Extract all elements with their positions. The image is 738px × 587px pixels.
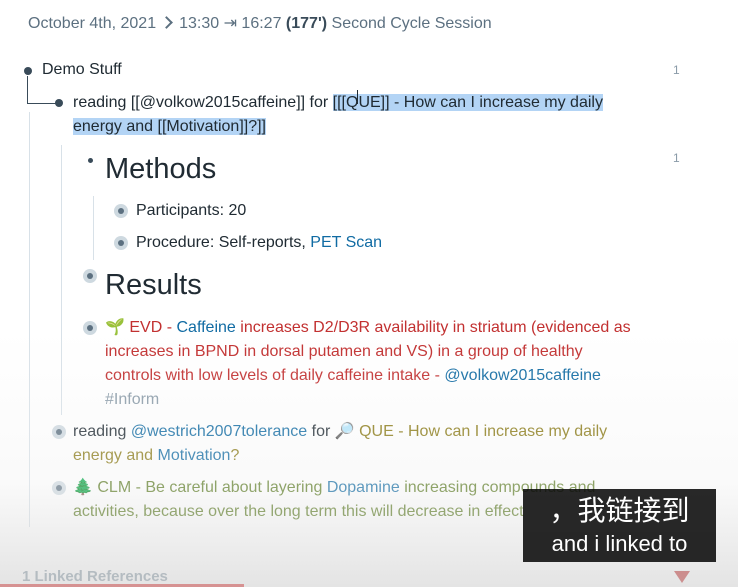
breadcrumb-date[interactable]: October 4th, 2021 — [28, 15, 156, 32]
heading-methods[interactable]: Methods — [105, 152, 216, 186]
text-cursor — [357, 90, 358, 104]
subtitle-english: and i linked to — [551, 531, 688, 556]
reference-count[interactable]: 1 — [673, 151, 680, 165]
block-text: controls with low levels of daily caffei… — [105, 367, 445, 384]
block-text: for — [307, 423, 335, 440]
page-link-volkow[interactable]: @volkow2015caffeine — [444, 367, 601, 384]
block-evd-line2[interactable]: increases in BPND in dorsal putamen and … — [105, 340, 583, 364]
block-procedure[interactable]: Procedure: Self-reports, PET Scan — [136, 231, 382, 255]
block-reading-westrich[interactable]: reading @westrich2007tolerance for 🔎 QUE… — [73, 420, 607, 444]
breadcrumb-duration: (177') — [285, 15, 328, 32]
chevron-right-icon — [160, 16, 173, 29]
page-link-caffeine[interactable]: Caffeine — [177, 319, 236, 336]
collapsed-bullet[interactable] — [52, 481, 66, 495]
subtitle-chinese: ，我链接到 — [549, 494, 690, 527]
page-breadcrumb[interactable]: October 4th, 2021 13:30 ⇥ 16:27 (177') Se… — [28, 13, 492, 33]
tag-inform[interactable]: #Inform — [105, 388, 159, 412]
linked-references-header[interactable]: 1 Linked References — [22, 568, 168, 585]
block-reading-volkow[interactable]: reading [[@volkow2015caffeine]] for [[[Q… — [73, 91, 603, 115]
text-selection: energy and [[Motivation]]?]] — [73, 118, 266, 135]
block-demo-stuff[interactable]: Demo Stuff — [42, 58, 122, 82]
collapsed-bullet[interactable] — [83, 321, 97, 335]
page-link-motivation[interactable]: Motivation — [158, 447, 231, 464]
block-clm[interactable]: 🌲 CLM - Be careful about layering Dopami… — [73, 476, 595, 500]
block-text: reading [[@volkow2015caffeine]] for — [73, 94, 333, 111]
breadcrumb-time-range: 13:30 ⇥ 16:27 — [179, 15, 282, 32]
sprout-icon: 🌱 — [105, 319, 125, 336]
collapsed-bullet[interactable] — [52, 425, 66, 439]
collapsed-bullet[interactable] — [83, 269, 97, 283]
tree-icon: 🌲 — [73, 479, 93, 496]
block-bullet[interactable] — [88, 158, 93, 163]
block-clm-line2[interactable]: activities, because over the long term t… — [73, 500, 524, 524]
question-link[interactable]: QUE - How can I increase my daily — [355, 423, 607, 440]
indent-guide — [93, 196, 94, 260]
claim-text: CLM - Be careful about layering — [92, 479, 327, 496]
indent-guide — [29, 112, 30, 527]
reference-count[interactable]: 1 — [673, 63, 680, 77]
magnifier-icon: 🔎 — [334, 423, 355, 440]
tree-connector — [27, 103, 57, 104]
question-text: ? — [230, 447, 240, 464]
page-link-westrich[interactable]: @westrich2007tolerance — [131, 423, 307, 440]
tree-connector — [27, 76, 28, 103]
indent-guide — [61, 145, 62, 415]
text-selection: [[[QUE]] - How can I increase my daily — [332, 94, 603, 111]
block-bullet[interactable] — [55, 99, 63, 107]
block-evd[interactable]: 🌱 EVD - Caffeine increases D2/D3R availa… — [105, 316, 631, 340]
page-link-dopamine[interactable]: Dopamine — [327, 479, 400, 496]
filter-icon[interactable] — [674, 571, 690, 583]
block-reading-volkow-line2[interactable]: energy and [[Motivation]]?]] — [73, 115, 266, 139]
evd-tag[interactable]: EVD - — [129, 319, 176, 336]
block-text: reading — [73, 423, 131, 440]
block-text: increases D2/D3R availability in striatu… — [235, 319, 631, 336]
block-participants[interactable]: Participants: 20 — [136, 199, 246, 223]
question-text: energy and — [73, 447, 158, 464]
subtitle-caption: ，我链接到 and i linked to — [523, 489, 716, 562]
block-evd-line3[interactable]: controls with low levels of daily caffei… — [105, 364, 601, 388]
block-bullet[interactable] — [24, 67, 32, 75]
page-link-pet-scan[interactable]: PET Scan — [310, 234, 382, 251]
collapsed-bullet[interactable] — [114, 236, 128, 250]
breadcrumb-title: Second Cycle Session — [331, 15, 492, 32]
block-text: Procedure: Self-reports, — [136, 234, 311, 251]
block-reading-westrich-line2[interactable]: energy and Motivation? — [73, 444, 239, 468]
collapsed-bullet[interactable] — [114, 204, 128, 218]
heading-results[interactable]: Results — [105, 268, 202, 302]
